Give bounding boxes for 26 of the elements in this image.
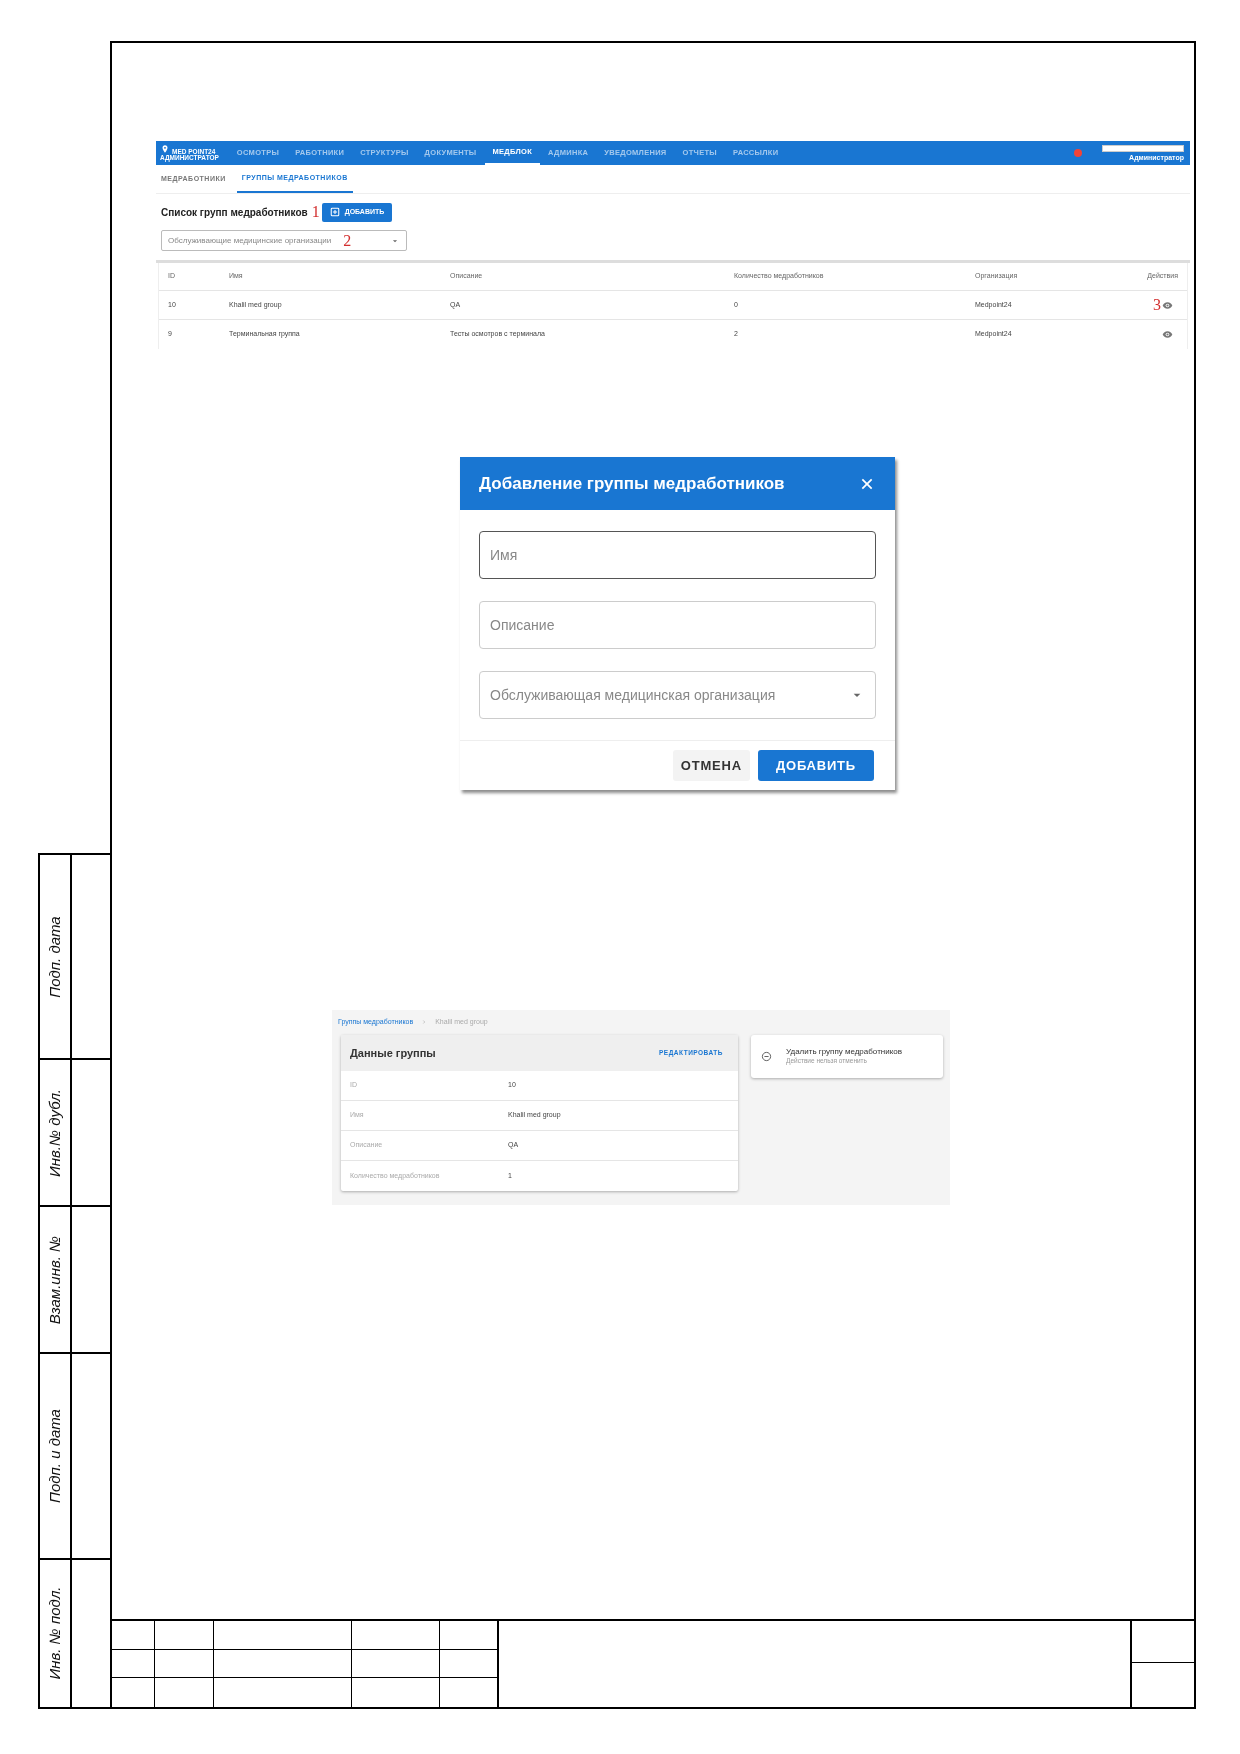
cancel-button[interactable]: ОТМЕНА — [672, 750, 750, 781]
stamp-label: Инв. № подл. — [44, 1586, 64, 1680]
chevron-icon — [421, 1019, 428, 1025]
delete-title: Удалить группу медработников — [786, 1047, 902, 1058]
card-title: Данные группы — [350, 1045, 437, 1061]
page-title: Список групп медработников — [161, 205, 308, 220]
stamp-label: Подп. и дата — [44, 1408, 64, 1503]
eye-icon — [1162, 299, 1173, 311]
filter-select[interactable]: Обслуживающие медицинские организации 2 — [161, 230, 407, 251]
add-button[interactable]: ДОБАВИТЬ — [757, 750, 874, 781]
select-field[interactable]: Обслуживающая медицинская организация — [479, 671, 876, 719]
input-field[interactable]: Имя — [479, 531, 876, 579]
stamp-label: Взам.инв. № — [44, 1235, 64, 1324]
plus-box-icon — [329, 207, 340, 217]
annotation-number: 1 — [311, 204, 320, 220]
view-button[interactable] — [1162, 329, 1173, 340]
dialog-title: Добавление группы медработников — [479, 472, 786, 495]
search-field[interactable] — [1102, 145, 1184, 152]
stamp-label: Подп. дата — [44, 915, 64, 998]
eye-icon — [1162, 329, 1173, 340]
minus-circle-icon — [761, 1051, 772, 1062]
annotation-number: 2 — [343, 232, 352, 249]
view-button[interactable] — [1162, 299, 1173, 311]
annotation-number: 3 — [1153, 297, 1161, 313]
input-field[interactable]: Описание — [479, 601, 876, 649]
stamp-label: Инв.№ дубл. — [44, 1088, 64, 1177]
